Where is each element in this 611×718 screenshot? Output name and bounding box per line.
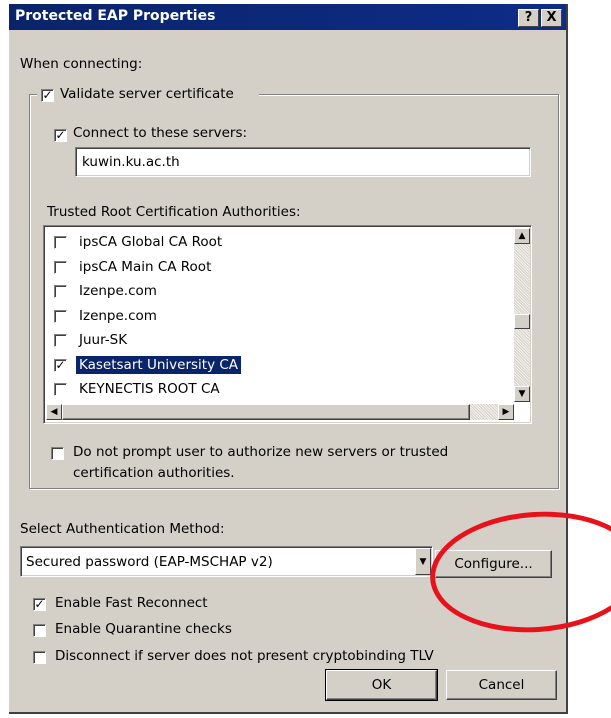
ca-item-label: ipsCA Main CA Root (79, 258, 212, 275)
when-connecting-label: When connecting: (20, 56, 143, 72)
ca-item-label: Kasetsart University CA (76, 355, 242, 374)
scroll-left-button[interactable]: ◀ (46, 404, 62, 420)
no-prompt-checkbox[interactable] (51, 447, 64, 460)
ca-list-items: ipsCA Global CA Root ipsCA Main CA Root Iz… (44, 226, 514, 400)
no-prompt-label-line2: certification authorities. (73, 465, 235, 481)
check-icon: ✓ (55, 128, 66, 142)
cancel-button[interactable]: Cancel (446, 670, 557, 700)
check-icon: ✓ (42, 88, 53, 102)
title-bar: Protected EAP Properties ? X (9, 4, 566, 30)
ca-item-label: Izenpe.com (79, 283, 157, 299)
scroll-down-button[interactable]: ▼ (514, 386, 530, 402)
window-title: Protected EAP Properties (15, 8, 216, 24)
auth-method-select[interactable]: Secured password (EAP-MSCHAP v2) ▼ (20, 546, 433, 577)
ca-item-checkbox[interactable]: ✓ (54, 358, 67, 372)
ca-item-checkbox[interactable] (54, 334, 67, 347)
ca-item-checkbox[interactable] (54, 285, 67, 298)
ca-item-checkbox[interactable] (54, 383, 67, 396)
scroll-thumb-vertical[interactable] (514, 314, 530, 329)
connect-servers-label: Connect to these servers: (73, 125, 248, 141)
ca-item-label: KEYNECTIS ROOT CA (79, 381, 220, 397)
scroll-right-button[interactable]: ▶ (498, 404, 514, 420)
servers-input-value: kuwin.ku.ac.th (82, 154, 180, 170)
ok-button[interactable]: OK (325, 669, 438, 701)
scroll-thumb-horizontal[interactable] (62, 404, 470, 420)
triangle-left-icon: ◀ (50, 407, 58, 417)
select-auth-label: Select Authentication Method: (20, 521, 225, 537)
validate-cert-checkbox[interactable]: ✓ (41, 89, 54, 102)
ca-item-label: Juur-SK (79, 332, 128, 348)
chevron-down-icon: ▼ (419, 557, 427, 567)
ca-item-label: ipsCA Global CA Root (79, 234, 223, 250)
fast-reconnect-label: Enable Fast Reconnect (55, 595, 208, 611)
ca-item-label: Izenpe.com (79, 307, 157, 324)
auth-method-value: Secured password (EAP-MSCHAP v2) (26, 554, 273, 570)
check-icon: ✓ (34, 597, 45, 611)
triangle-up-icon: ▲ (518, 231, 526, 241)
close-button[interactable]: X (541, 9, 562, 27)
ca-listbox[interactable]: ipsCA Global CA Root ipsCA Main CA Root Iz… (43, 225, 532, 424)
fast-reconnect-checkbox[interactable]: ✓ (33, 598, 46, 611)
ca-item-checkbox[interactable] (54, 236, 67, 249)
no-prompt-label-line1: Do not prompt user to authorize new serv… (73, 444, 449, 460)
disconnect-checkbox[interactable] (33, 651, 46, 664)
dropdown-arrow-button[interactable]: ▼ (415, 548, 431, 575)
help-button[interactable]: ? (518, 9, 539, 27)
triangle-right-icon: ▶ (502, 407, 510, 417)
ca-item-checkbox[interactable] (54, 309, 67, 323)
validate-cert-label: Validate server certificate (60, 86, 234, 102)
scroll-up-button[interactable]: ▲ (514, 228, 530, 244)
trusted-root-label: Trusted Root Certification Authorities: (47, 204, 301, 220)
quarantine-checkbox[interactable] (33, 624, 46, 637)
connect-servers-checkbox[interactable]: ✓ (54, 129, 67, 142)
triangle-down-icon: ▼ (518, 389, 526, 399)
disconnect-label: Disconnect if server does not present cr… (55, 648, 434, 664)
quarantine-label: Enable Quarantine checks (55, 621, 232, 637)
servers-input[interactable]: kuwin.ku.ac.th (75, 147, 531, 177)
ca-item-checkbox[interactable] (54, 260, 67, 274)
